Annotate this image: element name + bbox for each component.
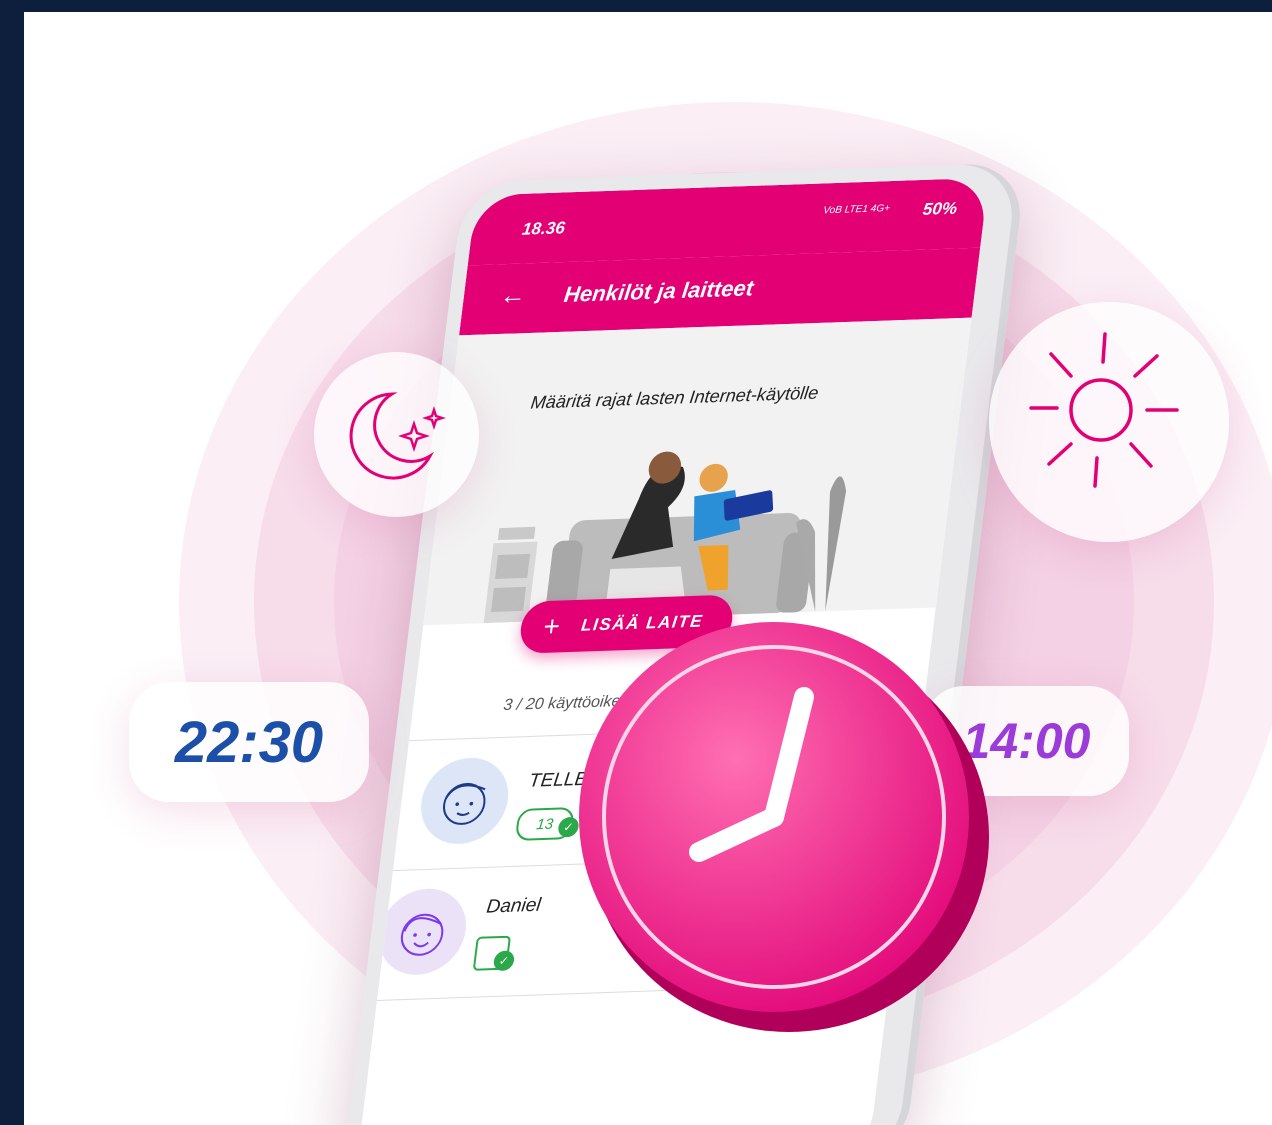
day-bubble <box>989 302 1229 542</box>
avatar <box>373 887 471 977</box>
night-time-pill: 22:30 <box>129 682 369 802</box>
family-illustration <box>483 451 847 624</box>
clock-icon <box>579 622 989 1032</box>
person-name: Daniel <box>485 894 542 918</box>
night-bubble <box>314 352 479 517</box>
intro-text: Määritä rajat lasten Internet-käytölle <box>529 382 820 413</box>
back-arrow-icon[interactable]: ← <box>498 279 528 311</box>
chip-value: 13 <box>535 815 555 833</box>
network-status: VoB LTE1 4G+ <box>822 203 891 217</box>
sun-icon <box>1029 332 1179 488</box>
avatar <box>416 756 514 846</box>
status-time: 18.36 <box>521 218 567 239</box>
intro-section: Määritä rajat lasten Internet-käytölle <box>423 317 972 626</box>
page-title: Henkilöt ja laitteet <box>562 275 755 307</box>
boy-face-icon <box>442 782 486 825</box>
moon-stars-icon <box>349 392 446 480</box>
night-time: 22:30 <box>174 709 324 775</box>
promo-canvas: 18.36 VoB LTE1 4G+ 50% ← Henkilöt ja lai… <box>24 12 1272 1125</box>
child-face-icon <box>400 913 444 956</box>
battery-level: 50% <box>921 198 959 219</box>
